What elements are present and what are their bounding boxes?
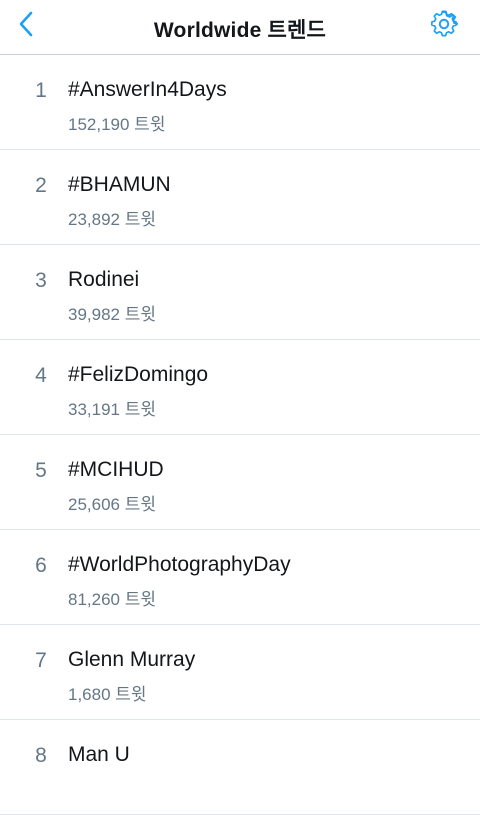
trend-item[interactable]: 4 #FelizDomingo 33,191 트윗 xyxy=(0,340,480,435)
trend-tweet-count: 25,606 트윗 xyxy=(68,495,156,514)
trend-item[interactable]: 6 #WorldPhotographyDay 81,260 트윗 xyxy=(0,530,480,625)
trend-rank: 6 xyxy=(35,554,47,577)
page-title: Worldwide 트렌드 xyxy=(153,19,327,42)
trend-rank: 1 xyxy=(35,79,47,102)
trend-tweet-count: 23,892 트윗 xyxy=(68,210,156,229)
trend-name: #FelizDomingo xyxy=(68,363,209,386)
trend-rank: 3 xyxy=(35,269,47,292)
trend-tweet-count: 81,260 트윗 xyxy=(68,590,156,609)
trend-item[interactable]: 1 #AnswerIn4Days 152,190 트윗 xyxy=(0,55,480,150)
trend-item[interactable]: 5 #MCIHUD 25,606 트윗 xyxy=(0,435,480,530)
trends-list: 1 #AnswerIn4Days 152,190 트윗 2 #BHAMUN 23… xyxy=(0,55,480,815)
trend-tweet-count: 39,982 트윗 xyxy=(68,305,156,324)
trend-name: #WorldPhotographyDay xyxy=(68,553,291,576)
trend-tweet-count: 33,191 트윗 xyxy=(68,400,156,419)
settings-button[interactable] xyxy=(428,10,460,42)
trend-item[interactable]: 3 Rodinei 39,982 트윗 xyxy=(0,245,480,340)
trend-item[interactable]: 7 Glenn Murray 1,680 트윗 xyxy=(0,625,480,720)
trend-rank: 2 xyxy=(35,174,47,197)
gear-icon xyxy=(430,10,459,43)
trend-tweet-count: 152,190 트윗 xyxy=(68,115,166,134)
trend-name: #AnswerIn4Days xyxy=(68,78,227,101)
trend-name: Man U xyxy=(68,743,130,766)
trend-item[interactable]: 2 #BHAMUN 23,892 트윗 xyxy=(0,150,480,245)
trend-rank: 8 xyxy=(35,744,47,767)
trend-rank: 5 xyxy=(35,459,47,482)
trend-rank: 7 xyxy=(35,649,47,672)
trend-name: Rodinei xyxy=(68,268,140,291)
trend-tweet-count: 1,680 트윗 xyxy=(68,685,147,704)
navigation-bar: Worldwide 트렌드 xyxy=(0,0,480,55)
trend-name: Glenn Murray xyxy=(68,648,196,671)
trend-name: #BHAMUN xyxy=(68,173,171,196)
trend-item[interactable]: 8 Man U xyxy=(0,720,480,815)
trend-name: #MCIHUD xyxy=(68,458,164,481)
trend-rank: 4 xyxy=(35,364,47,387)
